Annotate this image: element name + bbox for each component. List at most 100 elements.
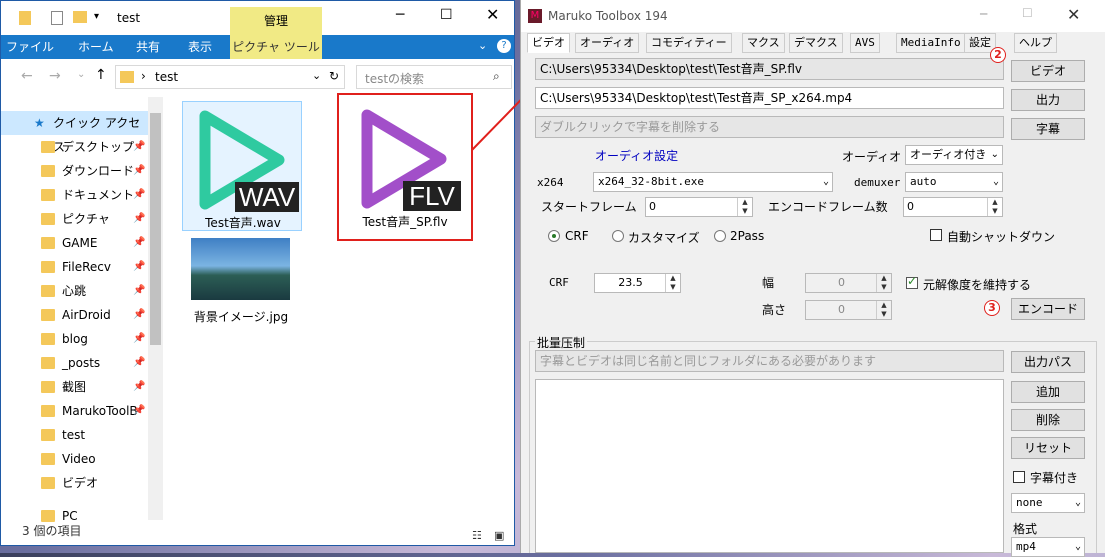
with-subtitle-checkbox[interactable] bbox=[1013, 471, 1025, 483]
folder-icon bbox=[41, 141, 55, 153]
sidebar-item[interactable]: 心跳 📌 bbox=[1, 279, 148, 303]
sidebar-item-label: AirDroid bbox=[62, 308, 111, 322]
twopass-radio[interactable] bbox=[714, 230, 726, 242]
tab-demux[interactable]: デマクス bbox=[789, 33, 843, 53]
stepper-arrows[interactable]: ▲ ▼ bbox=[876, 301, 891, 319]
file-tile-flv[interactable]: FLV Test音声_SP.flv bbox=[345, 101, 465, 231]
reset-button[interactable]: リセット bbox=[1011, 437, 1085, 459]
address-bar[interactable]: › test ⌄ ↻ bbox=[115, 65, 345, 89]
ribbon-tab-share[interactable]: 共有 bbox=[136, 35, 160, 59]
maximize-button[interactable]: ☐ bbox=[440, 7, 453, 23]
x264-select[interactable]: x264_32-8bit.exe ⌄ bbox=[593, 172, 833, 192]
tab-help[interactable]: ヘルプ bbox=[1014, 33, 1057, 53]
tab-audio[interactable]: オーディオ bbox=[575, 33, 640, 53]
sidebar-item[interactable]: MarukoToolB 📌 bbox=[1, 399, 148, 423]
tab-avs[interactable]: AVS bbox=[850, 33, 880, 53]
minimize-button[interactable]: ─ bbox=[396, 7, 404, 23]
navigation-pane: ★ クイック アクセス デスクトップ 📌 ダウンロード 📌 ドキュメント 📌 ピクチャ 📌 GAME… bbox=[1, 97, 163, 523]
stepper-arrows[interactable]: ▲ ▼ bbox=[876, 274, 891, 292]
delete-button[interactable]: 削除 bbox=[1011, 409, 1085, 431]
manage-tab[interactable]: 管理 bbox=[230, 7, 322, 35]
chevron-down-icon[interactable]: ⌄ bbox=[478, 39, 487, 52]
format-label: 格式 bbox=[1013, 522, 1038, 536]
video-button[interactable]: ビデオ bbox=[1011, 60, 1085, 82]
close-button[interactable]: ✕ bbox=[486, 5, 499, 24]
sidebar-item[interactable]: AirDroid 📌 bbox=[1, 303, 148, 327]
subtitle-select[interactable]: none ⌄ bbox=[1011, 493, 1085, 513]
sidebar-item[interactable]: Video bbox=[1, 447, 148, 471]
sidebar-item[interactable]: ★ クイック アクセス bbox=[1, 111, 148, 154]
up-arrow-icon[interactable]: ↑ bbox=[95, 67, 107, 83]
crf-stepper[interactable]: 23.5 ▲ ▼ bbox=[594, 273, 681, 293]
sidebar-item[interactable]: ビデオ bbox=[1, 471, 148, 495]
nav-scrollbar-thumb[interactable] bbox=[150, 113, 161, 345]
batch-group-title: 批量压制 bbox=[535, 334, 588, 351]
folder-icon bbox=[19, 11, 31, 25]
breadcrumb[interactable]: test bbox=[155, 70, 178, 84]
forward-arrow-icon[interactable]: → bbox=[49, 68, 61, 84]
ribbon-tab-picture-tools[interactable]: ピクチャ ツール bbox=[230, 35, 322, 59]
stepper-arrows[interactable]: ▲ ▼ bbox=[737, 198, 752, 216]
sidebar-item[interactable]: 截图 📌 bbox=[1, 375, 148, 399]
audio-settings-link[interactable]: オーディオ設定 bbox=[595, 147, 678, 164]
format-select[interactable]: mp4 ⌄ bbox=[1011, 537, 1085, 557]
encode-frames-stepper[interactable]: 0 ▲ ▼ bbox=[903, 197, 1003, 217]
encode-button[interactable]: エンコード bbox=[1011, 298, 1085, 320]
details-view-icon[interactable]: ☷ bbox=[472, 525, 482, 547]
sidebar-item[interactable]: ピクチャ 📌 bbox=[1, 207, 148, 231]
start-frame-stepper[interactable]: 0 ▲ ▼ bbox=[645, 197, 753, 217]
output-path-input[interactable]: C:\Users\95334\Desktop\test\Test音声_SP_x2… bbox=[535, 87, 1004, 109]
chevron-down-icon[interactable]: ⌄ bbox=[312, 69, 321, 82]
video-path-input[interactable]: C:\Users\95334\Desktop\test\Test音声_SP.fl… bbox=[535, 58, 1004, 80]
pin-icon: 📌 bbox=[133, 261, 146, 272]
back-arrow-icon[interactable]: ← bbox=[21, 68, 33, 84]
subtitle-input[interactable]: ダブルクリックで字幕を削除する bbox=[535, 116, 1004, 138]
tab-mediainfo[interactable]: MediaInfo bbox=[896, 33, 966, 53]
stepper-arrows[interactable]: ▲ ▼ bbox=[665, 274, 680, 292]
file-tile-wav[interactable]: WAV Test音声.wav bbox=[182, 101, 302, 231]
properties-icon[interactable] bbox=[51, 11, 63, 25]
audio-select[interactable]: オーディオ付き ⌄ bbox=[905, 145, 1003, 165]
pin-icon: 📌 bbox=[133, 189, 146, 200]
close-button[interactable]: ✕ bbox=[1067, 5, 1080, 24]
refresh-icon[interactable]: ↻ bbox=[329, 69, 339, 83]
output-path-button[interactable]: 出力パス bbox=[1011, 351, 1085, 373]
large-icons-view-icon[interactable]: ▣ bbox=[494, 525, 504, 547]
width-stepper[interactable]: 0 ▲ ▼ bbox=[805, 273, 892, 293]
sidebar-item[interactable]: FileRecv 📌 bbox=[1, 255, 148, 279]
ribbon-tab-home[interactable]: ホーム bbox=[78, 35, 114, 59]
image-thumbnail[interactable] bbox=[191, 238, 290, 300]
minimize-button[interactable]: ─ bbox=[980, 7, 987, 21]
pin-icon: 📌 bbox=[133, 357, 146, 368]
auto-shutdown-checkbox[interactable] bbox=[930, 229, 942, 241]
help-icon[interactable]: ? bbox=[497, 39, 511, 53]
sidebar-item[interactable]: test bbox=[1, 423, 148, 447]
batch-file-list[interactable] bbox=[535, 379, 1004, 553]
stepper-arrows[interactable]: ▲ ▼ bbox=[987, 198, 1002, 216]
sidebar-item[interactable]: GAME 📌 bbox=[1, 231, 148, 255]
pin-icon: 📌 bbox=[133, 381, 146, 392]
demuxer-select[interactable]: auto ⌄ bbox=[905, 172, 1003, 192]
add-button[interactable]: 追加 bbox=[1011, 381, 1085, 403]
custom-radio[interactable] bbox=[612, 230, 624, 242]
sidebar-item[interactable]: デスクトップ 📌 bbox=[1, 135, 148, 159]
keep-resolution-checkbox[interactable]: ✓ bbox=[906, 274, 918, 289]
ribbon-tab-file[interactable]: ファイル bbox=[1, 35, 59, 59]
height-stepper[interactable]: 0 ▲ ▼ bbox=[805, 300, 892, 320]
sidebar-item[interactable]: ダウンロード 📌 bbox=[1, 159, 148, 183]
subtitle-button[interactable]: 字幕 bbox=[1011, 118, 1085, 140]
crf-radio[interactable] bbox=[548, 230, 560, 242]
tab-commodity[interactable]: コモディティー bbox=[646, 33, 732, 53]
tab-video[interactable]: ビデオ bbox=[527, 33, 570, 53]
ribbon-tab-view[interactable]: 表示 bbox=[188, 35, 212, 59]
qat-dropdown-icon[interactable]: ▾ bbox=[94, 11, 99, 22]
recent-dropdown-icon[interactable]: ⌄ bbox=[77, 69, 85, 80]
new-folder-icon[interactable] bbox=[73, 11, 87, 23]
sidebar-item[interactable]: _posts 📌 bbox=[1, 351, 148, 375]
maximize-button[interactable]: ☐ bbox=[1022, 6, 1033, 20]
sidebar-item[interactable]: ドキュメント 📌 bbox=[1, 183, 148, 207]
output-button[interactable]: 出力 bbox=[1011, 89, 1085, 111]
sidebar-item[interactable]: blog 📌 bbox=[1, 327, 148, 351]
sidebar-item-label: FileRecv bbox=[62, 260, 111, 274]
tab-mux[interactable]: マクス bbox=[742, 33, 785, 53]
